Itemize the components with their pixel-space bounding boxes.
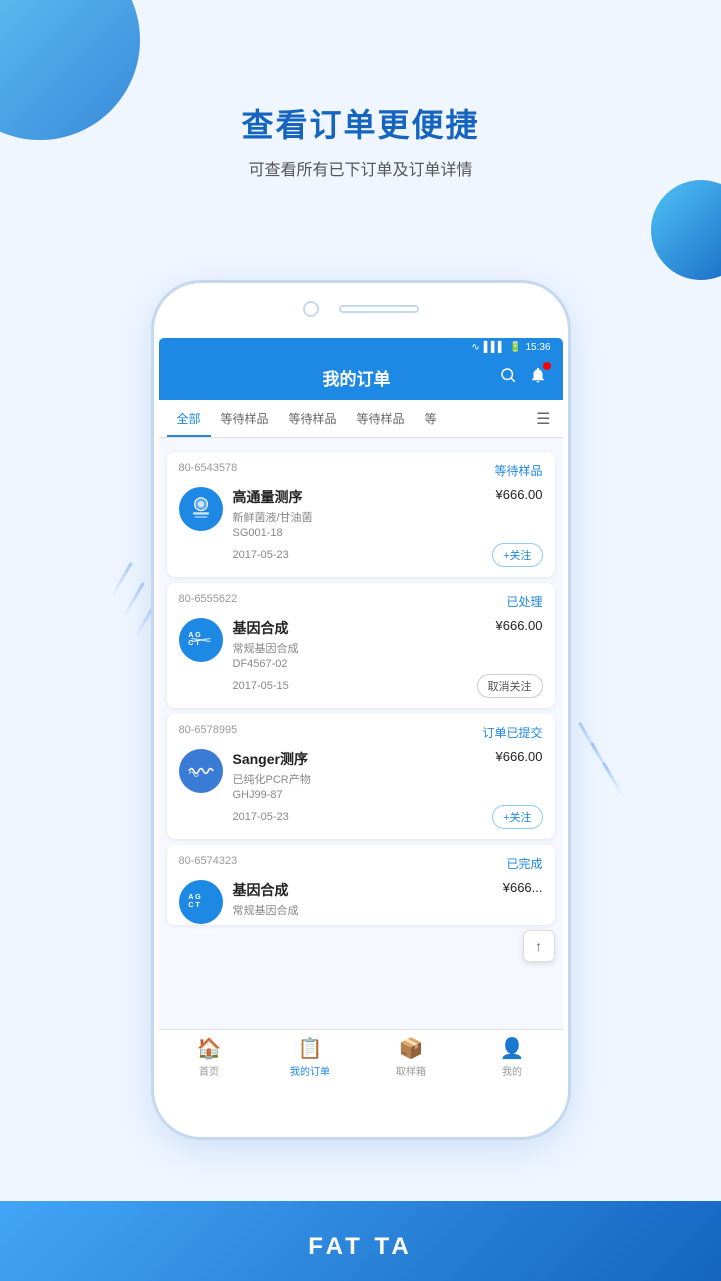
order-detail1-1: 新鲜菌液/甘油菌 — [233, 509, 543, 525]
order-detail1-3: 已纯化PCR产物 — [233, 771, 543, 787]
order-card-3: 80-6578995 订单已提交 Sanger测序 ¥66 — [167, 714, 555, 839]
wifi-icon: ∿ — [471, 342, 479, 353]
nav-orders[interactable]: 📋 我的订单 — [260, 1036, 361, 1078]
order-detail1-2: 常规基因合成 — [233, 640, 543, 656]
signal-icon: ▌▌▌ — [484, 342, 505, 353]
follow-button-3[interactable]: +关注 — [492, 805, 542, 829]
home-icon: 🏠 — [197, 1036, 222, 1061]
order-body-2: A G C T 基因合成 ¥666.00 常规基因合成 DF4567-02 — [179, 618, 543, 698]
order-status-3: 订单已提交 — [482, 724, 542, 741]
orders-list: 80-6543578 等待样品 — [159, 438, 563, 1029]
order-header-2: 80-6555622 已处理 — [179, 593, 543, 610]
header-section: 查看订单更便捷 可查看所有已下订单及订单详情 — [0, 100, 721, 180]
phone-top-bar — [154, 301, 568, 317]
deco-stripe-6 — [602, 762, 625, 798]
order-detail2-3: GHJ99-87 — [233, 789, 543, 801]
scroll-to-top-button[interactable]: ↑ — [523, 930, 555, 962]
deco-stripe-1 — [110, 562, 133, 598]
tab-all[interactable]: 全部 — [167, 400, 211, 437]
nav-home[interactable]: 🏠 首页 — [159, 1036, 260, 1078]
order-id-4: 80-6574323 — [179, 855, 238, 872]
notification-badge — [543, 362, 551, 370]
order-date-3: 2017-05-23 — [233, 811, 289, 823]
tab-bar: 全部 等待样品 等待样品 等待样品 等 ☰ — [159, 400, 563, 438]
header-action-icons — [499, 366, 547, 389]
nav-sample-box[interactable]: 📦 取样箱 — [361, 1036, 462, 1078]
order-card-4: 80-6574323 已完成 A G C T 基因合成 ¥666... — [167, 845, 555, 925]
order-body-3: Sanger测序 ¥666.00 已纯化PCR产物 GHJ99-87 2017-… — [179, 749, 543, 829]
search-icon[interactable] — [499, 366, 517, 389]
nav-home-label: 首页 — [199, 1063, 219, 1078]
app-header-title: 我的订单 — [215, 365, 499, 390]
order-info-4: 基因合成 ¥666... 常规基因合成 — [233, 880, 543, 918]
bg-circle-topright — [651, 180, 721, 280]
phone-screen: ∿ ▌▌▌ 🔋 15:36 我的订单 — [159, 338, 563, 1082]
order-card-2: 80-6555622 已处理 A G C T — [167, 583, 555, 708]
order-detail1-4: 常规基因合成 — [233, 902, 543, 918]
order-card-1: 80-6543578 等待样品 — [167, 452, 555, 577]
phone-speaker — [339, 305, 419, 313]
order-icon-4: A G C T — [179, 880, 223, 924]
order-detail2-2: DF4567-02 — [233, 658, 543, 670]
order-info-1: 高通量测序 ¥666.00 新鲜菌液/甘油菌 SG001-18 2017-05-… — [233, 487, 543, 567]
svg-text:C T: C T — [188, 900, 200, 909]
order-name-2: 基因合成 — [233, 618, 289, 638]
order-id-1: 80-6543578 — [179, 462, 238, 479]
order-icon-1 — [179, 487, 223, 531]
page-title: 查看订单更便捷 — [0, 100, 721, 146]
order-id-2: 80-6555622 — [179, 593, 238, 610]
order-icon-2: A G C T — [179, 618, 223, 662]
tab-waiting-1[interactable]: 等待样品 — [211, 400, 279, 437]
orders-icon: 📋 — [298, 1036, 323, 1061]
order-status-1: 等待样品 — [494, 462, 542, 479]
status-bar: ∿ ▌▌▌ 🔋 15:36 — [159, 338, 563, 357]
tab-waiting-3[interactable]: 等待样品 — [347, 400, 415, 437]
status-icons: ∿ ▌▌▌ 🔋 15:36 — [471, 342, 550, 353]
order-name-1: 高通量测序 — [233, 487, 303, 507]
order-detail2-1: SG001-18 — [233, 527, 543, 539]
order-icon-3 — [179, 749, 223, 793]
nav-profile-label: 我的 — [502, 1063, 522, 1078]
order-price-3: ¥666.00 — [496, 749, 543, 769]
order-header-1: 80-6543578 等待样品 — [179, 462, 543, 479]
order-info-3: Sanger测序 ¥666.00 已纯化PCR产物 GHJ99-87 2017-… — [233, 749, 543, 829]
follow-button-1[interactable]: +关注 — [492, 543, 542, 567]
nav-orders-label: 我的订单 — [290, 1063, 330, 1078]
order-header-4: 80-6574323 已完成 — [179, 855, 543, 872]
phone-mockup: ∿ ▌▌▌ 🔋 15:36 我的订单 — [151, 280, 571, 1140]
deco-stripe-2 — [122, 582, 145, 618]
order-id-3: 80-6578995 — [179, 724, 238, 741]
phone-camera — [303, 301, 319, 317]
nav-profile[interactable]: 👤 我的 — [462, 1036, 563, 1078]
order-name-4: 基因合成 — [233, 880, 289, 900]
sample-box-icon: 📦 — [399, 1036, 424, 1061]
order-price-1: ¥666.00 — [496, 487, 543, 507]
order-date-1: 2017-05-23 — [233, 549, 289, 561]
notification-icon[interactable] — [529, 366, 547, 389]
order-body-4: A G C T 基因合成 ¥666... 常规基因合成 — [179, 880, 543, 924]
time-display: 15:36 — [525, 342, 550, 353]
tab-waiting-4[interactable]: 等 — [415, 400, 447, 437]
order-date-2: 2017-05-15 — [233, 680, 289, 692]
profile-icon: 👤 — [500, 1036, 525, 1061]
order-info-2: 基因合成 ¥666.00 常规基因合成 DF4567-02 2017-05-15… — [233, 618, 543, 698]
brand-text: FAT TA — [308, 1233, 412, 1261]
page-subtitle: 可查看所有已下订单及订单详情 — [0, 156, 721, 180]
nav-samplebox-label: 取样箱 — [396, 1063, 426, 1078]
order-name-3: Sanger测序 — [233, 749, 308, 769]
bottom-nav: 🏠 首页 📋 我的订单 📦 取样箱 👤 我的 — [159, 1029, 563, 1082]
order-header-3: 80-6578995 订单已提交 — [179, 724, 543, 741]
order-status-4: 已完成 — [506, 855, 542, 872]
order-price-4: ¥666... — [503, 880, 543, 900]
order-price-2: ¥666.00 — [496, 618, 543, 638]
battery-icon: 🔋 — [509, 342, 521, 353]
order-body-1: 高通量测序 ¥666.00 新鲜菌液/甘油菌 SG001-18 2017-05-… — [179, 487, 543, 567]
order-status-2: 已处理 — [506, 593, 542, 610]
tab-waiting-2[interactable]: 等待样品 — [279, 400, 347, 437]
tab-more-icon[interactable]: ☰ — [532, 401, 554, 437]
app-header: 我的订单 — [159, 357, 563, 400]
unfollow-button-2[interactable]: 取消关注 — [477, 674, 543, 698]
